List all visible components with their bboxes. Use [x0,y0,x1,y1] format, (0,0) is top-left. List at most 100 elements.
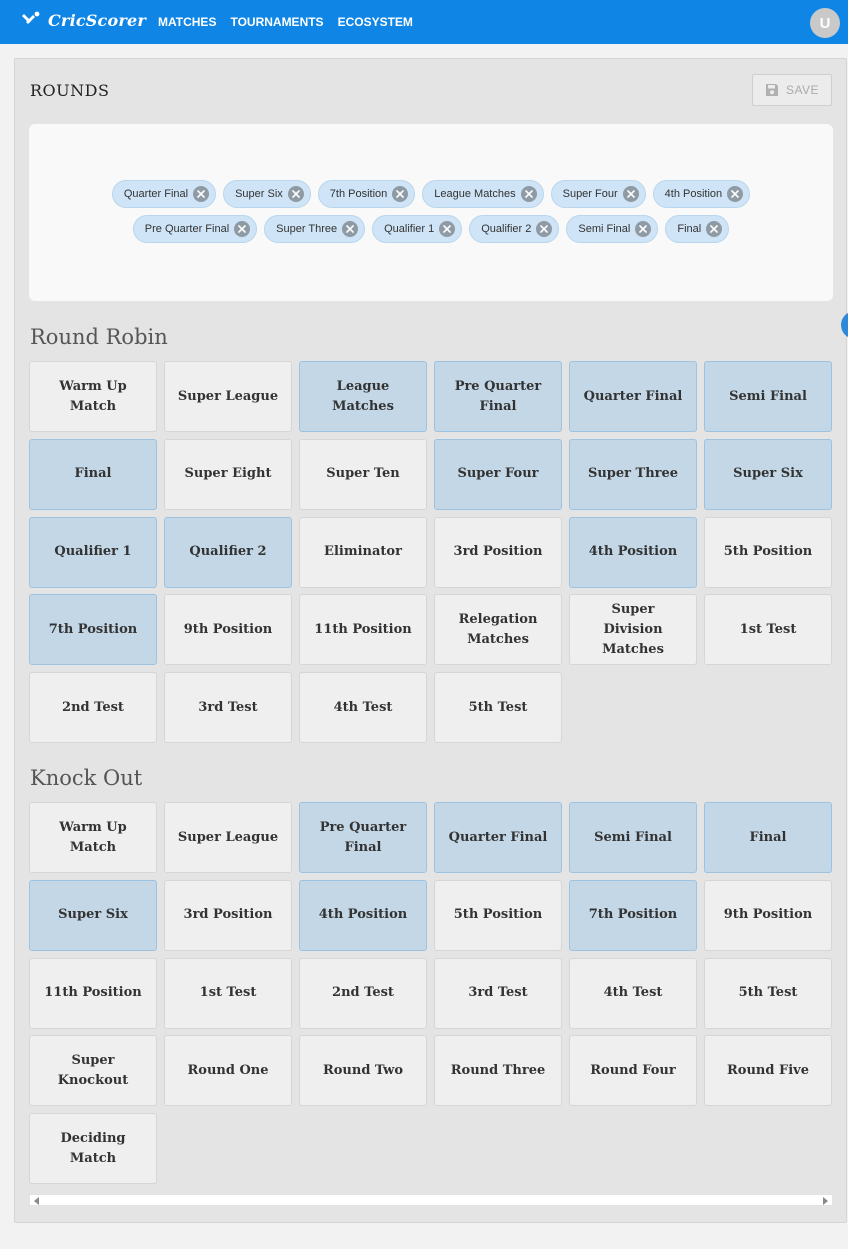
scroll-right-icon[interactable] [823,1197,828,1205]
chip-remove-icon[interactable] [520,186,537,202]
round-chip[interactable]: 4th Position [652,180,751,208]
round-option-tile[interactable]: 9th Position [704,879,832,951]
chip-remove-icon[interactable] [622,186,639,202]
round-chip[interactable]: Super Three [264,215,366,243]
knock-out-title: Knock Out [30,766,143,790]
round-chip[interactable]: Qualifier 2 [469,215,560,243]
round-option-tile[interactable]: 2nd Test [299,957,427,1029]
save-icon [765,84,778,96]
round-option-tile[interactable]: 3rd Test [164,672,292,743]
chip-label: Quarter Final [123,188,189,200]
brand-name: CricScorer [48,10,146,30]
chip-label: Qualifier 1 [384,223,435,235]
round-option-tile[interactable]: 11th Position [29,957,157,1029]
round-option-tile[interactable]: Super League [164,361,292,432]
chip-label: Super Four [562,188,618,200]
round-option-tile[interactable]: Super Six [29,879,157,951]
round-option-tile[interactable]: League Matches [299,361,427,432]
round-option-tile[interactable]: Quarter Final [569,361,697,432]
save-button[interactable]: SAVE [752,74,832,106]
round-option-tile[interactable]: Round Five [704,1035,832,1107]
round-option-tile[interactable]: Quarter Final [434,802,562,873]
chip-row: Quarter Final Super Six 7th Position League… [29,180,833,208]
round-option-tile[interactable]: Final [704,802,832,873]
round-option-tile[interactable]: 1st Test [164,957,292,1029]
round-option-tile[interactable]: Eliminator [299,516,427,588]
round-option-tile[interactable]: Round Two [299,1035,427,1107]
round-option-tile[interactable]: Final [29,438,157,510]
round-option-tile[interactable]: 4th Test [299,672,427,743]
round-option-tile[interactable]: 3rd Position [434,516,562,588]
nav-ecosystem[interactable]: ECOSYSTEM [338,15,413,29]
round-option-tile[interactable]: Warm Up Match [29,361,157,432]
round-option-tile[interactable]: Super Division Matches [569,594,697,666]
round-option-tile[interactable]: Semi Final [704,361,832,432]
round-option-tile[interactable]: 2nd Test [29,672,157,743]
chip-remove-icon[interactable] [439,221,456,237]
round-option-tile[interactable]: 1st Test [704,594,832,666]
chip-label: Semi Final [578,223,631,235]
round-chip[interactable]: Quarter Final [111,180,217,208]
round-option-tile[interactable]: 11th Position [299,594,427,666]
chip-remove-icon[interactable] [342,221,359,237]
chip-remove-icon[interactable] [234,221,251,237]
round-option-tile[interactable]: 4th Position [569,516,697,588]
selected-rounds-panel: Quarter Final Super Six 7th Position League… [29,124,833,301]
round-option-tile[interactable]: 5th Test [704,957,832,1029]
round-chip[interactable]: Qualifier 1 [372,215,463,243]
round-option-tile[interactable]: Super Knockout [29,1035,157,1107]
round-chip[interactable]: Semi Final [566,215,659,243]
chip-label: 7th Position [329,188,388,200]
cricket-bat-icon [22,11,40,24]
round-option-tile[interactable]: Round Three [434,1035,562,1107]
round-option-tile[interactable]: 7th Position [29,594,157,666]
round-option-tile[interactable]: Super Three [569,438,697,510]
round-option-tile[interactable]: 3rd Test [434,957,562,1029]
nav-tournaments[interactable]: TOURNAMENTS [230,15,323,29]
round-chip[interactable]: 7th Position [317,180,416,208]
save-label: SAVE [785,83,820,97]
round-option-tile[interactable]: Semi Final [569,802,697,873]
round-chip[interactable]: Super Six [223,180,311,208]
nav-matches[interactable]: MATCHES [158,15,216,29]
horizontal-scrollbar[interactable] [29,1194,833,1206]
round-option-tile[interactable]: 5th Position [704,516,832,588]
round-chip[interactable]: Pre Quarter Final [132,215,258,243]
chip-remove-icon[interactable] [392,186,409,202]
round-option-tile[interactable]: 5th Test [434,672,562,743]
round-chip[interactable]: League Matches [422,180,544,208]
user-avatar[interactable]: U [810,8,840,38]
round-option-tile[interactable]: Relegation Matches [434,594,562,666]
round-option-tile[interactable]: 4th Test [569,957,697,1029]
round-option-tile[interactable]: 9th Position [164,594,292,666]
round-option-tile[interactable]: Qualifier 1 [29,516,157,588]
round-chip[interactable]: Super Four [550,180,646,208]
round-option-tile[interactable]: Pre Quarter Final [299,802,427,873]
brand-logo[interactable]: CricScorer [22,10,146,30]
chip-remove-icon[interactable] [706,221,723,237]
round-option-tile[interactable]: Round Four [569,1035,697,1107]
rounds-title: ROUNDS [30,81,110,100]
chip-remove-icon[interactable] [727,186,744,202]
round-option-tile[interactable]: Super Four [434,438,562,510]
round-option-tile[interactable]: 7th Position [569,879,697,951]
chip-remove-icon[interactable] [193,186,210,202]
round-option-tile[interactable]: 3rd Position [164,879,292,951]
round-option-tile[interactable]: Warm Up Match [29,802,157,873]
round-option-tile[interactable]: 5th Position [434,879,562,951]
round-option-tile[interactable]: 4th Position [299,879,427,951]
round-option-tile[interactable]: Super Ten [299,438,427,510]
round-chip[interactable]: Final [665,215,730,243]
round-option-tile[interactable]: Qualifier 2 [164,516,292,588]
round-option-tile[interactable]: Super Six [704,438,832,510]
round-option-tile[interactable]: Super Eight [164,438,292,510]
round-option-tile[interactable]: Deciding Match [29,1113,157,1184]
round-option-tile[interactable]: Round One [164,1035,292,1107]
top-navbar: CricScorer MATCHES TOURNAMENTS ECOSYSTEM… [0,0,848,44]
round-option-tile[interactable]: Super League [164,802,292,873]
chip-remove-icon[interactable] [287,186,304,202]
scroll-left-icon[interactable] [34,1197,39,1205]
chip-remove-icon[interactable] [635,221,652,237]
chip-remove-icon[interactable] [536,221,553,237]
round-option-tile[interactable]: Pre Quarter Final [434,361,562,432]
